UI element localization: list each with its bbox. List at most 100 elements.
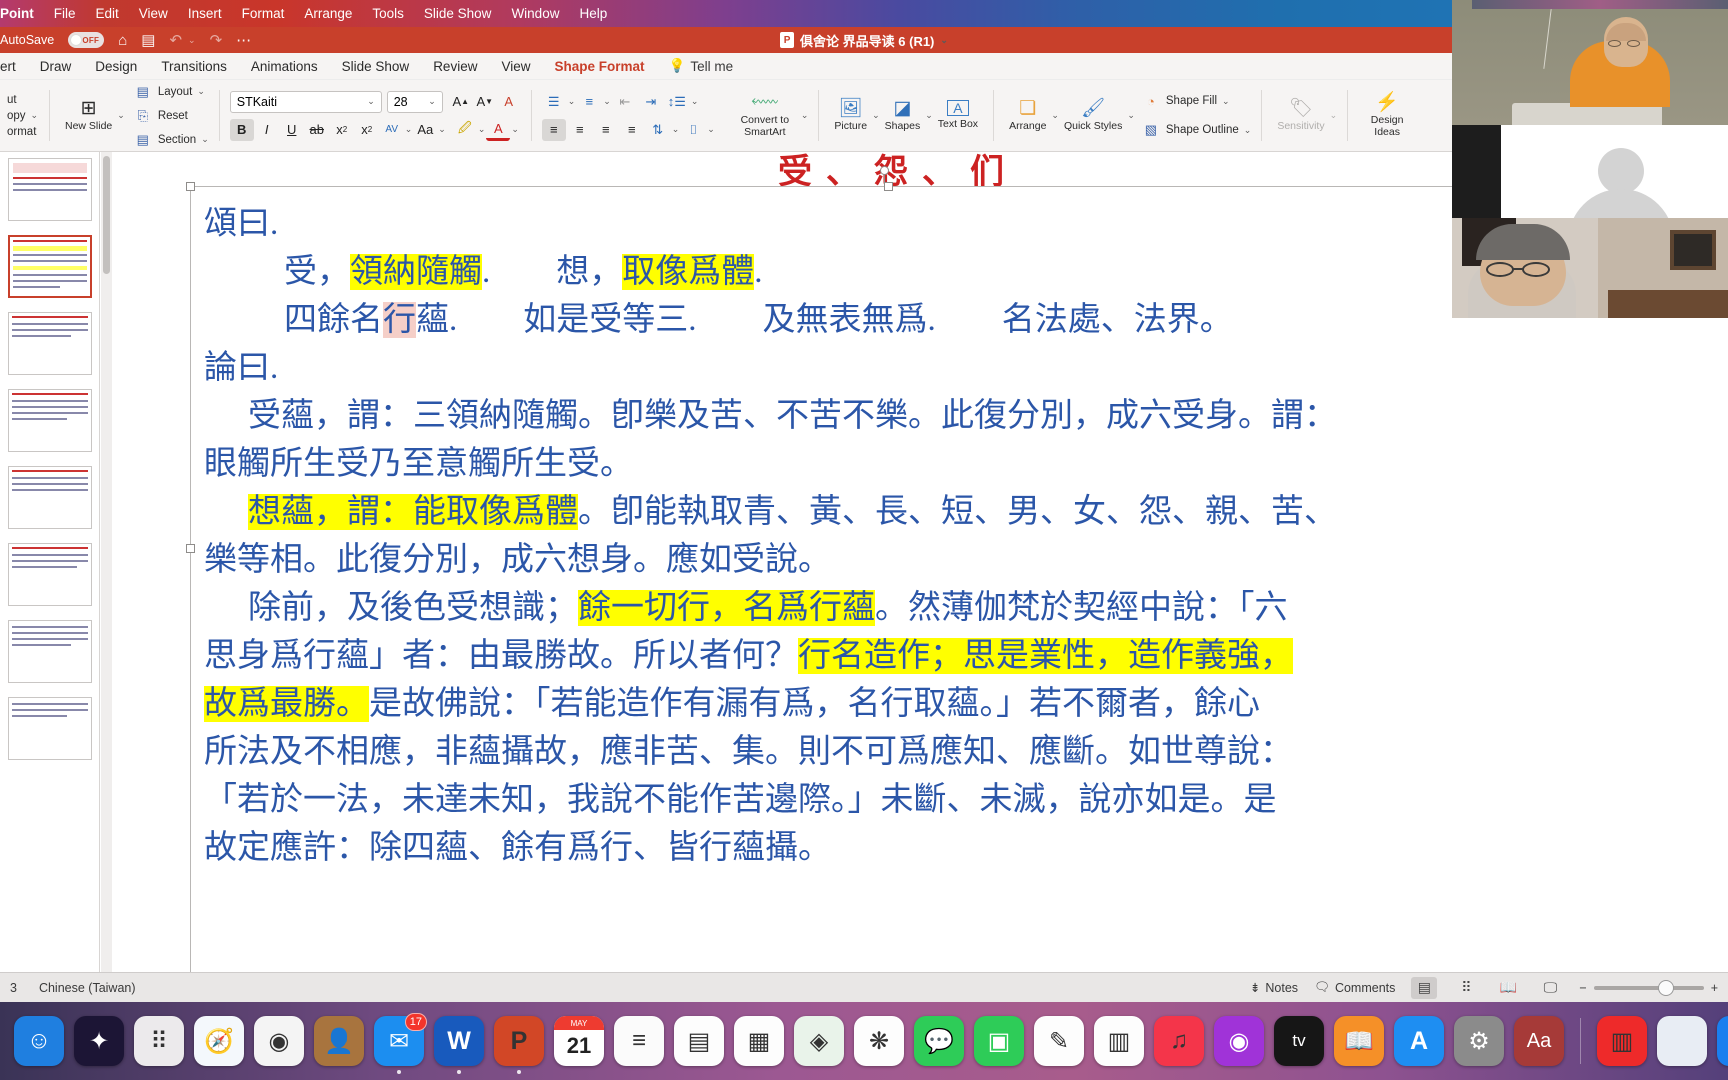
menu-item-powerpoint[interactable]: Point [0,6,34,21]
align-left-icon[interactable]: ≡ [541,118,566,141]
slide-thumbnail[interactable] [8,312,92,375]
undo-chevron-down-icon[interactable]: ⌄ [188,35,196,46]
more-icon[interactable]: ⋯ [236,31,251,49]
sensitivity-button[interactable]: 🏷 Sensitivity [1272,99,1329,133]
zoom-track[interactable] [1593,979,1704,996]
cut-button[interactable]: ut [7,94,38,106]
tab-insert[interactable]: ert [0,59,16,74]
menu-item-arrange[interactable]: Arrange [304,6,352,21]
language-indicator[interactable]: Chinese (Taiwan) [39,981,136,995]
thumbnail-scrollbar-thumb[interactable] [103,156,110,274]
slide-text-line[interactable]: 思身爲行蘊」者：由最勝故。所以者何？行名造作；思是業性，造作義強， [204,632,1728,680]
tab-view[interactable]: View [501,59,530,74]
dock-item-contacts[interactable]: 👤 [314,1016,364,1066]
dock-item-calendar[interactable]: MAY 21 [554,1016,604,1066]
convert-to-smartart-button[interactable]: ⬳ Convert to SmartArt [729,93,801,137]
dock-item-zoom[interactable]: ▣ [1717,1016,1728,1066]
slide-thumbnail-panel[interactable] [0,152,100,972]
font-color-chevron-down-icon[interactable]: ⌄ [511,124,519,135]
dock-item-blank-window[interactable] [1657,1016,1707,1066]
dock-item-facetime[interactable]: ▣ [974,1016,1024,1066]
resize-handle-middle-left[interactable] [186,544,195,553]
sensitivity-chevron-down-icon[interactable]: ⌄ [1330,110,1338,121]
numbering-icon[interactable]: ≡ [577,91,601,113]
menu-item-insert[interactable]: Insert [188,6,222,21]
slide-text-line[interactable]: 受蘊，謂：三領納隨觸。卽樂及苦、不苦不樂。此復分別，成六受身。謂： [204,392,1728,440]
menu-item-window[interactable]: Window [511,6,559,21]
arrange-chevron-down-icon[interactable]: ⌄ [1051,110,1059,121]
slide-thumbnail[interactable] [8,158,92,221]
zoom-out-button[interactable]: − [1579,981,1586,995]
change-case-chevron-down-icon[interactable]: ⌄ [438,124,446,135]
tell-me-search[interactable]: 💡 Tell me [669,58,734,74]
format-painter-button[interactable]: ormat [7,126,38,138]
dock-item-word[interactable]: W [434,1016,484,1074]
shapes-chevron-down-icon[interactable]: ⌄ [925,110,933,121]
dock-item-photos[interactable]: ❋ [854,1016,904,1066]
subscript-button[interactable]: x2 [355,119,379,141]
font-color-icon[interactable]: A [486,119,511,141]
text-direction-icon[interactable]: ⇅ [646,119,670,141]
home-icon[interactable]: ⌂ [118,32,127,49]
layout-button[interactable]: ▤ Layout ⌄ [133,82,209,102]
new-slide-button[interactable]: ⊞ New Slide [60,99,117,132]
font-size-select[interactable]: 28 ⌄ [386,90,443,113]
tab-slide-show[interactable]: Slide Show [342,59,410,74]
change-case-button[interactable]: Aa [413,119,437,141]
clear-formatting-button[interactable]: A [497,91,521,113]
resize-handle-top-left[interactable] [186,182,195,191]
menu-item-help[interactable]: Help [579,6,607,21]
shapes-button[interactable]: ◪ Shapes [880,99,926,133]
align-text-icon[interactable]: ⌷ [681,119,705,141]
dock-item-finder[interactable]: ☺ [14,1016,64,1066]
highlight-icon[interactable]: 🖉 [453,119,477,141]
reading-view-icon[interactable]: 📖 [1495,977,1521,999]
highlight-chevron-down-icon[interactable]: ⌄ [478,124,486,135]
character-spacing-chevron-down-icon[interactable]: ⌄ [405,124,413,135]
arrange-button[interactable]: ❏ Arrange [1004,99,1051,133]
smartart-chevron-down-icon[interactable]: ⌄ [801,110,809,121]
tab-design[interactable]: Design [95,59,137,74]
slide-text-line[interactable]: 所法及不相應，非蘊攝故，應非苦、集。則不可爲應知、應斷。如世尊說： [204,728,1728,776]
menu-item-view[interactable]: View [139,6,168,21]
title-chevron-down-icon[interactable]: ⌄ [940,35,948,46]
autosave-toggle[interactable]: OFF [68,32,105,48]
dock[interactable]: ☺ ✦ ⠿ 🧭 ◉ 👤 ✉17 W P MAY 21 ≡ ▤ ▦ ◈ ❋ 💬 ▣ ✎ ▥ ♫ ◉ tv 📖 A ⚙ Aa ▥ ▣ [0,1002,1728,1080]
dock-item-system-settings[interactable]: ⚙ [1454,1016,1504,1066]
dock-item-maps[interactable]: ◈ [794,1016,844,1066]
video-tile-speaker[interactable] [1452,0,1728,125]
slide-thumbnail[interactable] [8,697,92,760]
design-ideas-button[interactable]: ⚡ Design Ideas [1358,93,1416,137]
bullets-chevron-down-icon[interactable]: ⌄ [568,96,576,107]
undo-icon[interactable]: ↶ [169,31,182,49]
menu-item-file[interactable]: File [54,6,76,21]
menu-item-slide-show[interactable]: Slide Show [424,6,492,21]
shape-outline-button[interactable]: ▧ Shape Outline ⌄ [1141,120,1252,140]
decrease-indent-icon[interactable]: ⇤ [613,91,637,113]
slide-thumbnail[interactable] [8,543,92,606]
slide-text-line[interactable]: 眼觸所生受乃至意觸所生受。 [204,440,1728,488]
slide-thumbnail[interactable] [8,466,92,529]
slide-sorter-icon[interactable]: ⠿ [1453,977,1479,999]
tab-draw[interactable]: Draw [40,59,72,74]
redo-icon[interactable]: ↷ [210,31,223,49]
dock-item-reminders[interactable]: ≡ [614,1016,664,1066]
dock-item-audio-app[interactable]: ▥ [1597,1016,1647,1066]
zoom-in-button[interactable]: + [1711,981,1718,995]
font-family-select[interactable]: STKaiti ⌄ [229,90,382,113]
numbering-chevron-down-icon[interactable]: ⌄ [603,96,611,107]
align-right-icon[interactable]: ≡ [594,119,618,141]
dock-item-notes[interactable]: ▤ [674,1016,724,1066]
dock-item-apple-tv[interactable]: tv [1274,1016,1324,1066]
save-icon[interactable]: ▤ [141,31,155,49]
zoom-slider[interactable]: − + [1579,979,1718,996]
slide-thumbnail-selected[interactable] [8,235,92,298]
justify-icon[interactable]: ≡ [620,119,644,141]
line-spacing-icon[interactable]: ↕☰ [665,91,689,113]
dock-item-safari[interactable]: 🧭 [194,1016,244,1066]
reset-button[interactable]: ⎘ Reset [133,106,209,126]
shape-fill-button[interactable]: ◔ Shape Fill ⌄ [1141,91,1251,111]
dock-item-pages[interactable]: ✎ [1034,1016,1084,1066]
rotate-handle[interactable] [880,166,889,175]
dock-item-books[interactable]: 📖 [1334,1016,1384,1066]
